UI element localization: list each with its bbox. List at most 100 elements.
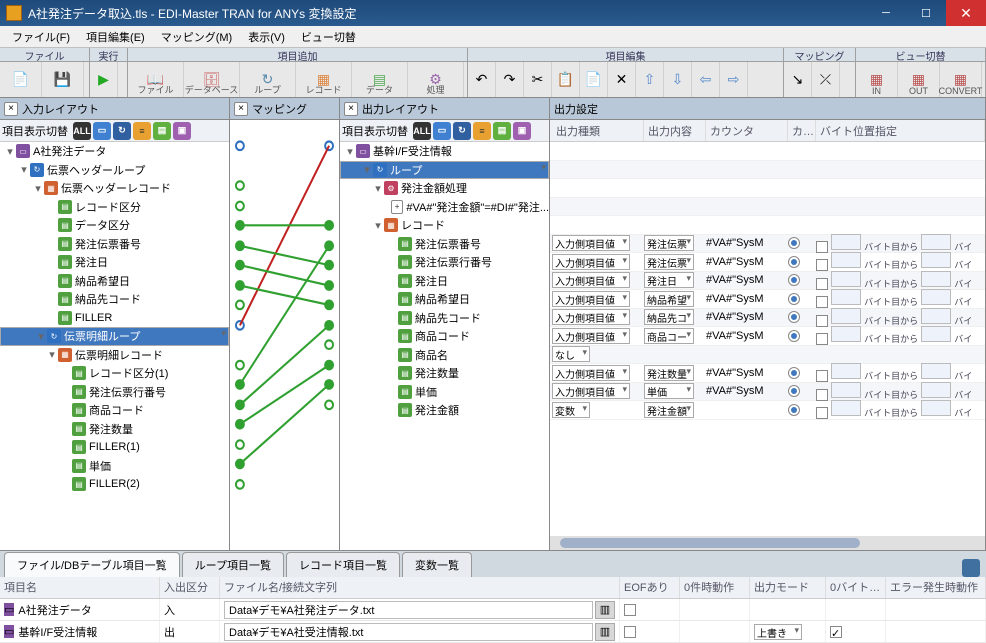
panel-close-mapping[interactable] (234, 102, 248, 116)
byte-input[interactable] (921, 234, 951, 250)
checkbox[interactable] (816, 370, 828, 382)
byte-input[interactable] (831, 326, 861, 342)
tree-row[interactable]: ▤発注数量 (340, 364, 549, 383)
output-tree[interactable]: ▾▭基幹I/F受注情報▾↻ループ▾⚙発注金額処理+#VA#"発注金額"=#DI#… (340, 142, 549, 550)
move-right-button[interactable]: ⇨ (720, 62, 748, 97)
toggle-fld-icon[interactable]: ▤ (153, 122, 171, 140)
folder-icon[interactable]: ▥ (595, 623, 615, 641)
tree-row[interactable]: ▤データ区分 (0, 216, 229, 235)
checkbox[interactable] (816, 241, 828, 253)
radio[interactable] (788, 256, 800, 268)
tree-row[interactable]: ▤レコード区分(1) (0, 364, 229, 383)
tab-loop[interactable]: ループ項目一覧 (182, 552, 284, 577)
toggle-rec-icon[interactable]: ≡ (133, 122, 151, 140)
map-connect-button[interactable]: ↘ (784, 62, 812, 97)
tree-row[interactable]: ▤FILLER(2) (0, 475, 229, 494)
type-select[interactable]: 入力側項目値 (552, 254, 630, 270)
new-button[interactable]: 📄 (0, 62, 42, 97)
content-select[interactable]: 発注金額 (644, 402, 694, 418)
content-select[interactable]: 発注伝票 (644, 254, 694, 270)
paste-button[interactable]: 📄 (580, 62, 608, 97)
byte-input[interactable] (831, 234, 861, 250)
byte-input[interactable] (831, 382, 861, 398)
byte-input[interactable] (921, 252, 951, 268)
checkbox[interactable] (816, 315, 828, 327)
radio[interactable] (788, 311, 800, 323)
move-up-button[interactable]: ⇧ (636, 62, 664, 97)
add-data-button[interactable]: ▤データ (352, 62, 408, 97)
tree-row[interactable]: ▤商品コード (0, 401, 229, 420)
content-select[interactable]: 発注伝票 (644, 235, 694, 251)
type-select[interactable]: 入力側項目値 (552, 291, 630, 307)
checkbox[interactable] (816, 296, 828, 308)
close-button[interactable] (946, 0, 986, 26)
menu-item-edit[interactable]: 項目編集(E) (78, 27, 153, 47)
run-button[interactable]: ▶ (90, 62, 118, 97)
checkbox[interactable] (816, 259, 828, 271)
tree-row[interactable]: ▤納品希望日 (0, 272, 229, 291)
byte-input[interactable] (921, 382, 951, 398)
checkbox[interactable] (816, 333, 828, 345)
radio[interactable] (788, 293, 800, 305)
checkbox[interactable] (816, 407, 828, 419)
tree-row[interactable]: ▾▭A社発注データ (0, 142, 229, 161)
input-tree[interactable]: ▾▭A社発注データ▾↻伝票ヘッダーループ▾▦伝票ヘッダーレコード▤レコード区分▤… (0, 142, 229, 550)
tree-row[interactable]: ▾↻伝票ヘッダーループ (0, 161, 229, 180)
add-record-button[interactable]: ▦レコード (296, 62, 352, 97)
move-left-button[interactable]: ⇦ (692, 62, 720, 97)
tree-row[interactable]: ▤FILLER (0, 309, 229, 328)
save-button[interactable]: 💾 (42, 62, 84, 97)
maximize-button[interactable] (906, 0, 946, 26)
file-input[interactable] (224, 623, 593, 641)
tab-record[interactable]: レコード項目一覧 (286, 552, 400, 577)
type-select[interactable]: 入力側項目値 (552, 383, 630, 399)
byte-input[interactable] (921, 289, 951, 305)
tree-row[interactable]: ▤発注伝票番号 (340, 235, 549, 254)
add-proc-button[interactable]: ⚙処理 (408, 62, 464, 97)
tree-row[interactable]: ▾↻ループ (340, 161, 549, 180)
byte-input[interactable] (831, 400, 861, 416)
zbyte-checkbox[interactable]: ✓ (830, 626, 842, 638)
type-select[interactable]: 入力側項目値 (552, 328, 630, 344)
byte-input[interactable] (921, 271, 951, 287)
tree-row[interactable]: ▤単価 (0, 457, 229, 476)
out-mode-select[interactable]: 上書き (754, 624, 802, 640)
tree-row[interactable]: ▤発注伝票行番号 (0, 383, 229, 402)
byte-input[interactable] (831, 271, 861, 287)
horizontal-scrollbar[interactable] (550, 536, 985, 550)
tree-row[interactable]: ▤発注金額 (340, 401, 549, 420)
byte-input[interactable] (831, 308, 861, 324)
tree-row[interactable]: ▾▦伝票明細レコード (0, 346, 229, 365)
type-select[interactable]: 入力側項目値 (552, 272, 630, 288)
toggle-all[interactable]: ALL (73, 122, 91, 140)
tree-row[interactable]: ▤発注日 (340, 272, 549, 291)
toggle-book-icon[interactable]: ▭ (93, 122, 111, 140)
view-out-button[interactable]: ▦OUT (898, 62, 940, 97)
tree-row[interactable]: ▤FILLER(1) (0, 438, 229, 457)
tree-row[interactable]: ▤商品コード (340, 327, 549, 346)
tree-row[interactable]: ▤納品先コード (340, 309, 549, 328)
type-select[interactable]: 入力側項目値 (552, 365, 630, 381)
tree-row[interactable]: ▾↻伝票明細ループ (0, 327, 229, 346)
content-select[interactable]: 発注数量 (644, 365, 694, 381)
tree-row[interactable]: ▾▦伝票ヘッダーレコード (0, 179, 229, 198)
move-down-button[interactable]: ⇩ (664, 62, 692, 97)
add-file-button[interactable]: 📖ファイル (128, 62, 184, 97)
pin-icon[interactable] (962, 559, 980, 577)
byte-input[interactable] (921, 308, 951, 324)
checkbox[interactable] (816, 278, 828, 290)
content-select[interactable]: 単価 (644, 383, 694, 399)
panel-close-output[interactable] (344, 102, 358, 116)
undo-button[interactable]: ↶ (468, 62, 496, 97)
menu-view-switch[interactable]: ビュー切替 (293, 27, 364, 47)
file-input[interactable] (224, 601, 593, 619)
tree-row[interactable]: ▾▭基幹I/F受注情報 (340, 142, 549, 161)
checkbox[interactable] (816, 389, 828, 401)
tab-var[interactable]: 変数一覧 (402, 552, 472, 577)
cut-button[interactable]: ✂ (524, 62, 552, 97)
radio[interactable] (788, 237, 800, 249)
menu-file[interactable]: ファイル(F) (4, 27, 78, 47)
type-select[interactable]: 変数 (552, 402, 590, 418)
radio[interactable] (788, 367, 800, 379)
menu-view[interactable]: 表示(V) (240, 27, 293, 47)
